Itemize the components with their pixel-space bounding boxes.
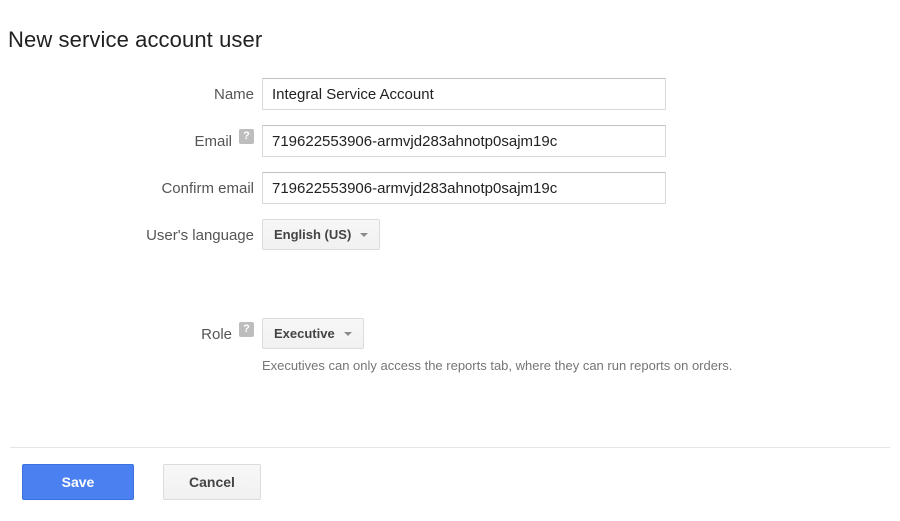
confirm-email-input[interactable] [262,172,666,204]
role-label: Role [201,325,232,343]
role-dropdown-value: Executive [274,326,335,341]
name-label-cell: Name [0,78,262,110]
role-label-cell: Role ? [0,318,262,350]
save-button[interactable]: Save [22,464,134,500]
email-label-cell: Email ? [0,125,262,157]
confirm-email-field-cell [262,172,900,204]
help-icon[interactable]: ? [239,321,254,337]
form-row-role: Role ? Executive Executives can only acc… [0,318,900,374]
language-field-cell: English (US) [262,219,900,250]
email-field-cell [262,125,900,157]
name-label: Name [213,85,254,103]
language-label-cell: User's language [0,219,262,251]
help-icon[interactable]: ? [239,128,254,144]
confirm-email-label-cell: Confirm email [0,172,262,204]
form-row-confirm-email: Confirm email [0,172,900,204]
form-row-name: Name [0,78,900,110]
form-row-language: User's language English (US) [0,219,900,251]
language-dropdown[interactable]: English (US) [262,219,381,250]
language-label: User's language [146,226,254,244]
chevron-down-icon [360,232,369,237]
role-description: Executives can only access the reports t… [262,358,733,373]
name-input[interactable] [262,78,666,110]
form-actions: Save Cancel [22,464,261,500]
role-dropdown[interactable]: Executive [262,318,364,349]
name-field-cell [262,78,900,110]
new-service-account-user-form: Name Email ? Confirm email User's langua… [0,78,900,389]
form-row-email: Email ? [0,125,900,157]
email-label: Email [194,132,232,150]
chevron-down-icon [343,331,352,336]
confirm-email-label: Confirm email [161,179,254,197]
cancel-button[interactable]: Cancel [163,464,261,500]
language-dropdown-value: English (US) [274,227,352,242]
page-title: New service account user [8,26,263,52]
email-input[interactable] [262,125,666,157]
role-field-cell: Executive Executives can only access the… [262,318,900,374]
footer-divider [10,447,890,448]
